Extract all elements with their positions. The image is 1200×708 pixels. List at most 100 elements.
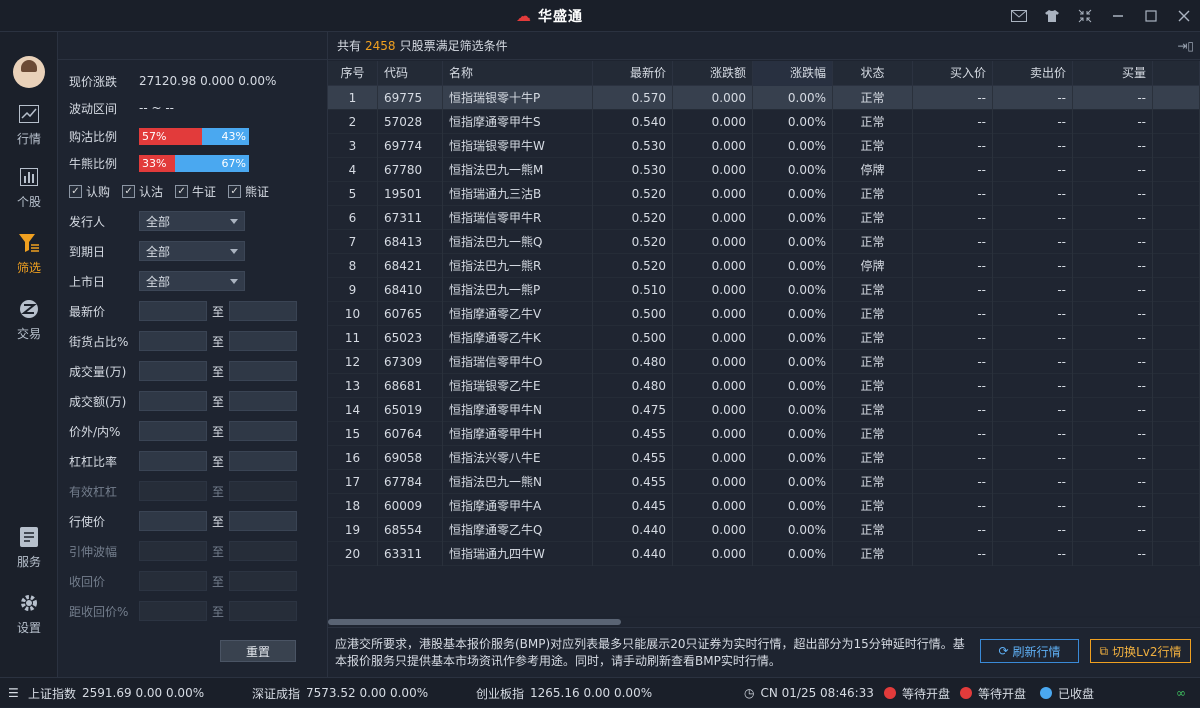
table-cell: --	[993, 422, 1073, 446]
column-header[interactable]: 状态	[833, 61, 913, 86]
table-cell: --	[1073, 350, 1153, 374]
checkbox-put[interactable]: ✓ 认沽	[122, 183, 163, 200]
table-body: 1 69775 恒指瑞银零十牛P 0.570 0.000 0.00% 正常 -- -- -- 2 57…	[328, 86, 1200, 566]
column-header[interactable]: 买入价	[913, 61, 993, 86]
table-cell: 67309	[378, 350, 443, 374]
table-cell: --	[1073, 422, 1153, 446]
switch-lv2-button[interactable]: ⧉ 切换Lv2行情	[1090, 639, 1191, 663]
table-cell: 0.00%	[753, 254, 833, 278]
column-header[interactable]: 涨跌幅	[753, 61, 833, 86]
table-row[interactable]: 17 67784 恒指法巴九一熊N 0.455 0.000 0.00% 正常 -- -- --	[328, 470, 1200, 494]
range-min-input[interactable]	[139, 421, 207, 441]
range-min-input[interactable]	[139, 301, 207, 321]
table-cell: 正常	[833, 542, 913, 566]
table-row[interactable]: 1 69775 恒指瑞银零十牛P 0.570 0.000 0.00% 正常 -- -- --	[328, 86, 1200, 110]
minimize-icon[interactable]	[1101, 0, 1134, 32]
expiry-select[interactable]: 全部	[139, 241, 245, 261]
panel-collapse-icon[interactable]: ⇥▯	[1177, 39, 1194, 53]
table-row[interactable]: 9 68410 恒指法巴九一熊P 0.510 0.000 0.00% 正常 -- -- --	[328, 278, 1200, 302]
nav-item-market[interactable]: 行情	[0, 95, 58, 155]
range-min-input[interactable]	[139, 451, 207, 471]
sz-index[interactable]: 深证成指 7573.52 0.00 0.00%	[252, 678, 428, 708]
table-row[interactable]: 3 69774 恒指瑞银零甲牛W 0.530 0.000 0.00% 正常 -- -- --	[328, 134, 1200, 158]
nav-item-settings[interactable]: 设置	[0, 584, 58, 644]
shirt-icon[interactable]	[1035, 0, 1068, 32]
mail-icon[interactable]	[1002, 0, 1035, 32]
table-row[interactable]: 13 68681 恒指瑞银零乙牛E 0.480 0.000 0.00% 正常 -- -- --	[328, 374, 1200, 398]
column-header[interactable]: 买量	[1073, 61, 1153, 86]
title-bar: ☁ 华盛通	[0, 0, 1200, 32]
close-icon[interactable]	[1167, 0, 1200, 32]
column-header[interactable]: 代码	[378, 61, 443, 86]
range-max-input[interactable]	[229, 391, 297, 411]
connection-icon: ∞	[1176, 686, 1186, 700]
range-min-input[interactable]	[139, 331, 207, 351]
column-header[interactable]: 最新价	[593, 61, 673, 86]
table-cell: --	[913, 350, 993, 374]
column-header[interactable]: 卖出价	[993, 61, 1073, 86]
table-row[interactable]: 10 60765 恒指摩通零乙牛V 0.500 0.000 0.00% 正常 -- -- --	[328, 302, 1200, 326]
table-cell: 停牌	[833, 158, 913, 182]
nav-label: 服务	[16, 555, 41, 569]
range-max-input[interactable]	[229, 361, 297, 381]
nav-item-trade[interactable]: 交易	[0, 290, 58, 350]
table-cell: 6	[328, 206, 378, 230]
notice-text: 应港交所要求，港股基本报价服务(BMP)对应列表最多只能展示20只证券为实时行情…	[335, 637, 965, 668]
nav-item-stock[interactable]: 个股	[0, 158, 58, 218]
table-row[interactable]: 11 65023 恒指摩通零乙牛K 0.500 0.000 0.00% 正常 -- -- --	[328, 326, 1200, 350]
horizontal-scrollbar[interactable]	[328, 618, 1200, 626]
table-row[interactable]: 6 67311 恒指瑞信零甲牛R 0.520 0.000 0.00% 正常 -- -- --	[328, 206, 1200, 230]
column-header[interactable]: 序号	[328, 61, 378, 86]
table-cell: 正常	[833, 278, 913, 302]
range-max-input[interactable]	[229, 511, 297, 531]
range-max-input[interactable]	[229, 451, 297, 471]
cy-index[interactable]: 创业板指 1265.16 0.00 0.00%	[476, 678, 652, 708]
table-cell: --	[1073, 302, 1153, 326]
maximize-icon[interactable]	[1134, 0, 1167, 32]
range-max-input[interactable]	[229, 421, 297, 441]
table-row[interactable]: 7 68413 恒指法巴九一熊Q 0.520 0.000 0.00% 正常 -- -- --	[328, 230, 1200, 254]
range-min-input[interactable]	[139, 511, 207, 531]
table-row[interactable]: 18 60009 恒指摩通零甲牛A 0.445 0.000 0.00% 正常 -- -- --	[328, 494, 1200, 518]
refresh-quotes-button[interactable]: ⟳ 刷新行情	[980, 639, 1079, 663]
range-max-input[interactable]	[229, 301, 297, 321]
column-header[interactable]: 涨跌额	[673, 61, 753, 86]
collapse-icon[interactable]	[1068, 0, 1101, 32]
range-min-input[interactable]	[139, 391, 207, 411]
range-min-input[interactable]	[139, 361, 207, 381]
listing-select[interactable]: 全部	[139, 271, 245, 291]
menu-icon[interactable]: ☰	[8, 678, 19, 708]
table-cell: 18	[328, 494, 378, 518]
table-cell: 0.00%	[753, 230, 833, 254]
table-cell: --	[993, 158, 1073, 182]
table-row[interactable]: 12 67309 恒指瑞信零甲牛O 0.480 0.000 0.00% 正常 -- -- --	[328, 350, 1200, 374]
table-row[interactable]: 15 60764 恒指摩通零甲牛H 0.455 0.000 0.00% 正常 -- -- --	[328, 422, 1200, 446]
sh-index[interactable]: 上证指数 2591.69 0.00 0.00%	[28, 678, 204, 708]
put-ratio: 43%	[202, 127, 249, 145]
column-header[interactable]: 名称	[443, 61, 593, 86]
table-cell: 正常	[833, 230, 913, 254]
table-row[interactable]: 16 69058 恒指法兴零八牛E 0.455 0.000 0.00% 正常 -- -- --	[328, 446, 1200, 470]
table-row[interactable]: 2 57028 恒指摩通零甲牛S 0.540 0.000 0.00% 正常 -- -- --	[328, 110, 1200, 134]
table-cell: 0.440	[593, 518, 673, 542]
table-row[interactable]: 20 63311 恒指瑞通九四牛W 0.440 0.000 0.00% 正常 -- -- --	[328, 542, 1200, 566]
reset-button[interactable]: 重置	[220, 640, 296, 662]
checkbox-bear[interactable]: ✓ 熊证	[228, 183, 269, 200]
table-row[interactable]: 19 68554 恒指摩通零乙牛Q 0.440 0.000 0.00% 正常 -- -- --	[328, 518, 1200, 542]
nav-item-filter[interactable]: 筛选	[0, 224, 58, 284]
issuer-select[interactable]: 全部	[139, 211, 245, 231]
table-cell: 0.000	[673, 518, 753, 542]
range-max-input[interactable]	[229, 331, 297, 351]
nav-item-service[interactable]: 服务	[0, 518, 58, 578]
table-row[interactable]: 5 19501 恒指瑞通九三沽B 0.520 0.000 0.00% 正常 -- -- --	[328, 182, 1200, 206]
checkbox-call[interactable]: ✓ 认购	[69, 183, 110, 200]
range-filter-row: 成交量(万) 至	[69, 361, 297, 381]
table-row[interactable]: 4 67780 恒指法巴九一熊M 0.530 0.000 0.00% 停牌 -- -- --	[328, 158, 1200, 182]
scrollbar-thumb[interactable]	[328, 619, 621, 625]
avatar[interactable]	[13, 56, 45, 88]
checkbox-bull[interactable]: ✓ 牛证	[175, 183, 216, 200]
table-row[interactable]: 8 68421 恒指法巴九一熊R 0.520 0.000 0.00% 停牌 -- -- --	[328, 254, 1200, 278]
trade-icon	[18, 298, 40, 320]
table-row[interactable]: 14 65019 恒指摩通零甲牛N 0.475 0.000 0.00% 正常 -- -- --	[328, 398, 1200, 422]
table-cell: --	[1073, 278, 1153, 302]
